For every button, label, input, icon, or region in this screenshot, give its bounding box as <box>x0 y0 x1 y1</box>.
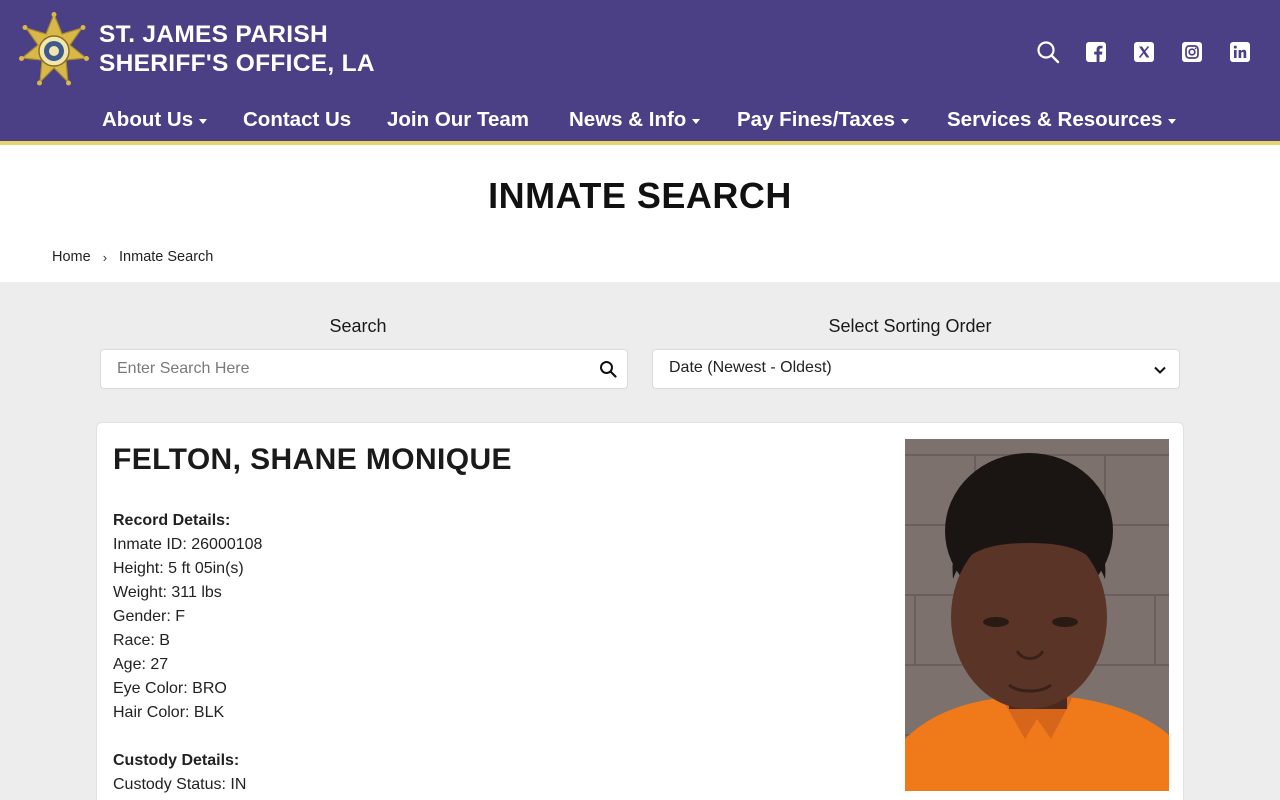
search-label: Search <box>329 316 387 336</box>
search-icon[interactable] <box>1036 40 1060 64</box>
caret-down-icon <box>692 118 701 124</box>
breadcrumb-home-link[interactable]: Home <box>52 249 91 265</box>
nav-label: About Us <box>102 108 194 131</box>
record-hair-color: Hair Color: BLK <box>113 704 225 721</box>
brand-line-2: SHERIFF'S OFFICE, LA <box>99 50 375 77</box>
record-weight: Weight: 311 lbs <box>113 584 222 601</box>
nav-label: Pay Fines/Taxes <box>737 108 896 131</box>
record-age: Age: 27 <box>113 656 169 673</box>
record-gender: Gender: F <box>113 608 186 625</box>
record-eye-color: Eye Color: BRO <box>113 680 227 697</box>
sort-selected-value: Date (Newest - Oldest) <box>669 359 832 376</box>
x-icon[interactable] <box>1132 40 1156 64</box>
caret-down-icon <box>1168 118 1177 124</box>
brand-line-1: ST. JAMES PARISH <box>99 21 328 48</box>
instagram-icon[interactable] <box>1180 40 1204 64</box>
nav-contact-us[interactable]: Contact Us <box>243 104 351 136</box>
breadcrumb-current: Inmate Search <box>119 249 214 265</box>
record-details-heading: Record Details: <box>113 512 231 529</box>
nav-label: Services & Resources <box>947 108 1163 131</box>
nav-services-resources[interactable]: Services & Resources <box>947 104 1177 136</box>
search-input[interactable] <box>101 350 581 388</box>
nav-news-info[interactable]: News & Info <box>569 104 701 136</box>
nav-join-our-team[interactable]: Join Our Team <box>387 104 529 136</box>
sheriff-badge-logo[interactable] <box>18 12 90 88</box>
nav-pay-fines-taxes[interactable]: Pay Fines/Taxes <box>737 104 910 136</box>
caret-down-icon <box>199 118 208 124</box>
search-field <box>100 349 628 389</box>
main-nav: About Us Contact Us Join Our Team News &… <box>0 104 1280 136</box>
record-inmate-id: Inmate ID: 26000108 <box>113 536 263 553</box>
chevron-right-icon: › <box>102 249 108 265</box>
record-race: Race: B <box>113 632 170 649</box>
inmate-card[interactable]: FELTON, SHANE MONIQUE Record Details: In… <box>96 422 1184 800</box>
breadcrumb: Home › Inmate Search <box>52 249 213 265</box>
nav-about-us[interactable]: About Us <box>102 104 208 136</box>
nav-label: News & Info <box>569 108 687 131</box>
inmate-details: Record Details: Inmate ID: 26000108 Heig… <box>113 509 262 797</box>
nav-label: Contact Us <box>243 108 352 131</box>
facebook-icon[interactable] <box>1084 40 1108 64</box>
caret-down-icon <box>901 118 910 124</box>
custody-details-heading: Custody Details: <box>113 752 240 769</box>
inmate-photo[interactable] <box>905 439 1169 791</box>
custody-status: Custody Status: IN <box>113 776 247 793</box>
chevron-down-icon <box>1154 366 1166 374</box>
nav-label: Join Our Team <box>387 108 530 131</box>
site-header: ST. JAMES PARISH SHERIFF'S OFFICE, LA Ab… <box>0 0 1280 141</box>
page-title-section: INMATE SEARCH Home › Inmate Search <box>0 145 1280 282</box>
sort-label: Select Sorting Order <box>828 316 992 336</box>
page-title: INMATE SEARCH <box>488 175 792 216</box>
sort-order-select[interactable]: Date (Newest - Oldest) <box>652 349 1180 389</box>
linkedin-icon[interactable] <box>1228 40 1252 64</box>
search-icon[interactable] <box>599 360 617 378</box>
site-brand[interactable]: ST. JAMES PARISH SHERIFF'S OFFICE, LA <box>99 20 375 78</box>
record-height: Height: 5 ft 05in(s) <box>113 560 244 577</box>
inmate-name[interactable]: FELTON, SHANE MONIQUE <box>113 443 512 477</box>
